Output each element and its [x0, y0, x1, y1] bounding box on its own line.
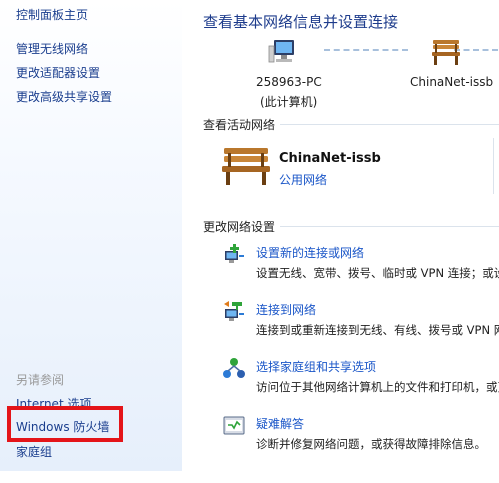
- see-also-heading: 另请参阅: [16, 373, 65, 387]
- sidebar-item-home[interactable]: 控制面板主页: [16, 6, 88, 23]
- change-settings-divider: [280, 226, 499, 227]
- sidebar-item-adapter-settings[interactable]: 更改适配器设置: [16, 64, 100, 81]
- active-network-bench-icon: [220, 144, 272, 188]
- task-homegroup-link[interactable]: 选择家庭组和共享选项: [256, 358, 376, 375]
- connection-line-left: [324, 49, 408, 51]
- map-network-name: ChinaNet-issb: [410, 75, 494, 89]
- troubleshoot-icon: [222, 414, 246, 438]
- change-settings-heading: 更改网络设置: [203, 220, 276, 234]
- active-networks-divider: [280, 124, 499, 125]
- computer-icon: [268, 38, 300, 66]
- task-setup-connection-link[interactable]: 设置新的连接或网络: [256, 244, 364, 261]
- task-connect-network-link[interactable]: 连接到网络: [256, 301, 316, 318]
- active-networks-heading: 查看活动网络: [203, 118, 276, 132]
- computer-name: 258963-PC: [256, 75, 322, 89]
- task-troubleshoot-link[interactable]: 疑难解答: [256, 415, 304, 432]
- network-bench-icon: [430, 37, 462, 67]
- task-setup-connection-desc: 设置无线、宽带、拨号、临时或 VPN 连接；或设: [256, 266, 499, 280]
- highlight-box: [7, 406, 123, 442]
- connect-network-icon: [222, 300, 246, 324]
- sidebar-item-homegroup[interactable]: 家庭组: [16, 443, 52, 460]
- computer-sub-label: (此计算机): [260, 95, 318, 109]
- page-title: 查看基本网络信息并设置连接: [203, 13, 399, 31]
- sidebar-item-manage-wireless[interactable]: 管理无线网络: [16, 40, 88, 57]
- setup-connection-icon: [222, 242, 246, 266]
- active-network-right-border: [493, 138, 494, 194]
- task-troubleshoot-desc: 诊断并修复网络问题，或获得故障排除信息。: [256, 437, 486, 451]
- main-panel: 查看基本网络信息并设置连接 258963-PC (此计算机) ChinaNet-…: [182, 0, 499, 471]
- homegroup-icon: [222, 357, 246, 381]
- task-homegroup-desc: 访问位于其他网络计算机上的文件和打印机，或更: [256, 380, 499, 394]
- task-connect-network-desc: 连接到或重新连接到无线、有线、拨号或 VPN 网: [256, 323, 499, 337]
- sidebar-item-advanced-sharing[interactable]: 更改高级共享设置: [16, 88, 112, 105]
- active-network-type-link[interactable]: 公用网络: [279, 171, 327, 188]
- sidebar: 控制面板主页 管理无线网络 更改适配器设置 更改高级共享设置 另请参阅 Inte…: [0, 0, 182, 471]
- active-network-name: ChinaNet-issb: [279, 151, 381, 166]
- window-bottom-edge: [0, 471, 499, 483]
